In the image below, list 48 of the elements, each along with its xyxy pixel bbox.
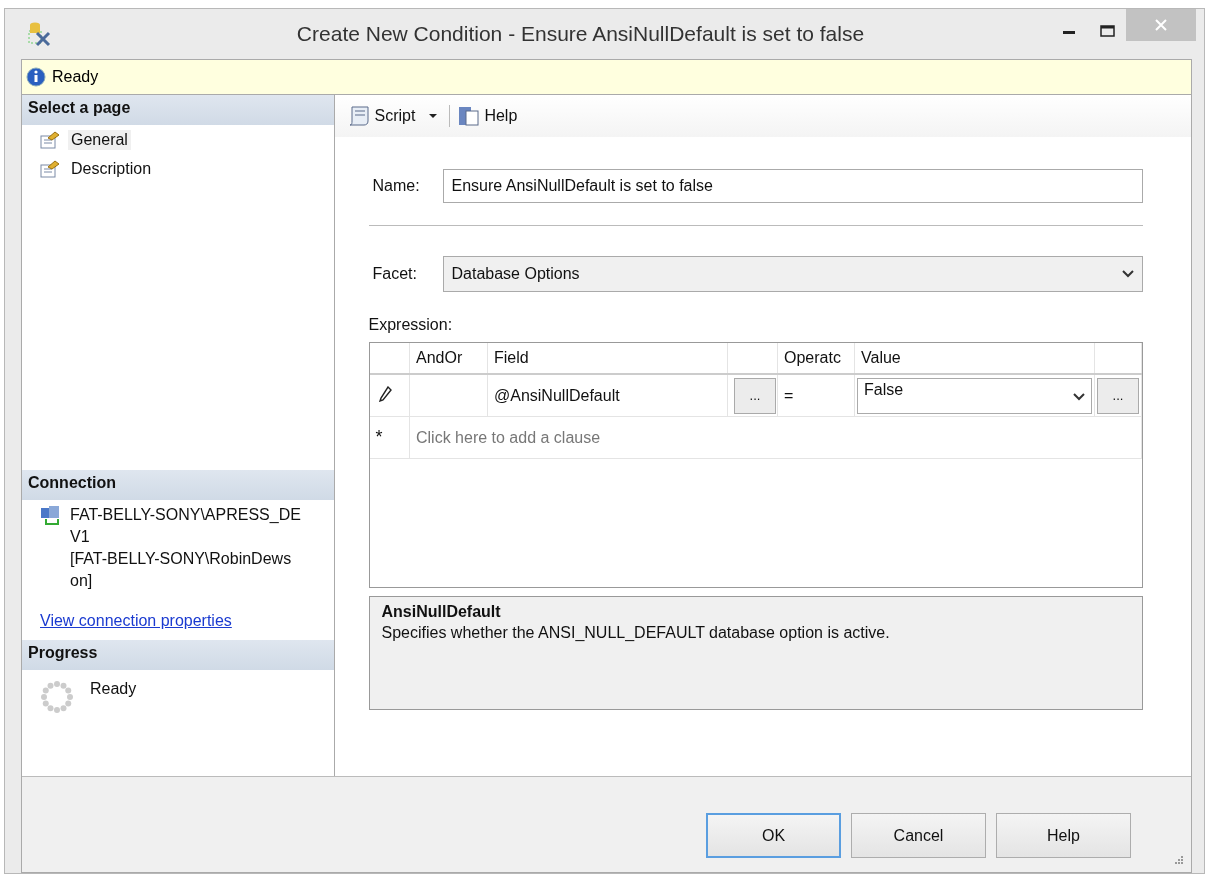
expression-label: Expression: xyxy=(368,316,454,334)
chevron-icon xyxy=(1073,392,1085,401)
browse-button[interactable]: ... xyxy=(1097,377,1139,414)
connection-text: FAT-BELLY-SONY\APRESS_DE xyxy=(70,505,301,525)
table-cell: = xyxy=(777,374,855,417)
description-text: Specifies whether the ANSI_NULL_DEFAULT database option is active. xyxy=(381,624,891,642)
minimize-icon[interactable] xyxy=(1063,31,1075,35)
page-item[interactable]: Description xyxy=(68,158,155,179)
facet-dropdown[interactable]: Database Options xyxy=(442,256,1143,292)
field-label: Name: xyxy=(371,177,421,195)
status-text: Ready xyxy=(52,68,99,86)
progress-status: Ready xyxy=(90,680,137,699)
browse-button[interactable]: ... xyxy=(734,377,776,414)
connection-text: on] xyxy=(70,571,94,591)
dialog-button[interactable]: Help xyxy=(996,813,1131,858)
connection-properties-link[interactable]: View connection properties xyxy=(40,612,232,630)
help-document-icon xyxy=(458,105,481,127)
column-header[interactable]: AndOr xyxy=(409,343,488,374)
help-button[interactable]: Help xyxy=(456,103,520,129)
connection-text: [FAT-BELLY-SONY\RobinDews xyxy=(70,549,293,569)
page-item[interactable]: General xyxy=(68,129,131,150)
column-header[interactable]: Value xyxy=(854,343,1095,374)
close-icon xyxy=(1154,18,1168,32)
field-label: Facet: xyxy=(371,265,418,283)
page-icon xyxy=(40,130,60,149)
section-heading: Select a page xyxy=(22,95,334,125)
connection-text: V1 xyxy=(70,527,91,547)
maximize-icon[interactable] xyxy=(1099,25,1115,37)
description-title: AnsiNullDefault xyxy=(381,603,502,621)
value-dropdown[interactable]: False xyxy=(857,377,1092,414)
spinner-icon xyxy=(40,680,74,714)
server-icon xyxy=(40,506,62,526)
section-heading: Progress xyxy=(22,640,334,670)
add-clause-placeholder[interactable]: Click here to add a clause xyxy=(409,416,1142,459)
table-cell: @AnsiNullDefault xyxy=(487,374,728,417)
dialog-button[interactable]: OK xyxy=(706,813,841,858)
chevron-icon xyxy=(1122,270,1134,278)
info-icon xyxy=(26,67,46,87)
name-field[interactable]: Ensure AnsiNullDefault is set to false xyxy=(442,169,1143,203)
section-heading: Connection xyxy=(22,470,334,500)
column-header[interactable]: Operatc xyxy=(777,343,855,374)
column-header[interactable]: Field xyxy=(487,343,728,374)
window-title: Create New Condition - Ensure AnsiNullDefault is set to false xyxy=(295,22,866,46)
dialog-button[interactable]: Cancel xyxy=(851,813,986,858)
app-icon xyxy=(27,21,51,47)
page-icon xyxy=(40,159,60,178)
script-button[interactable]: Script xyxy=(344,103,444,129)
resize-grip-icon[interactable] xyxy=(1173,854,1183,864)
